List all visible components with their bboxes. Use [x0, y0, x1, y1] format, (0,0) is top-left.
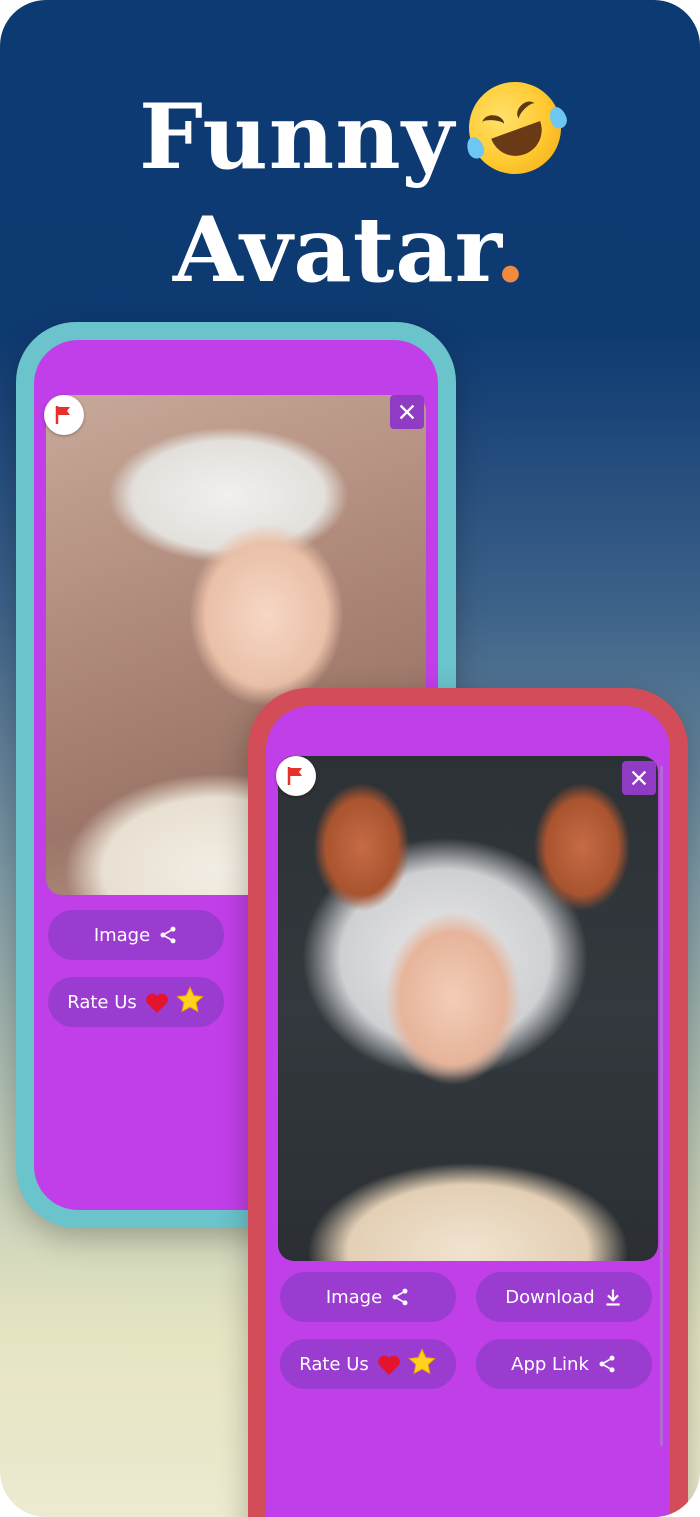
rate-us-button[interactable]: Rate Us — [48, 977, 224, 1027]
rate-us-label: Rate Us — [299, 1353, 369, 1375]
app-link-button[interactable]: App Link — [476, 1339, 652, 1389]
headline-orange-dot: . — [494, 197, 528, 303]
image-share-button[interactable]: Image — [48, 910, 224, 960]
download-icon — [606, 1289, 620, 1306]
scrollbar[interactable] — [660, 766, 663, 1446]
app-store-screenshot: Funny Avatar. Image Rate Us Image Downlo… — [0, 0, 700, 1517]
close-button[interactable] — [390, 395, 424, 429]
download-label: Download — [505, 1286, 595, 1308]
image-share-button[interactable]: Image — [280, 1272, 456, 1322]
heart-icon — [145, 992, 168, 1013]
share-icon — [392, 1288, 408, 1306]
flag-icon — [287, 767, 302, 785]
heart-icon — [377, 1354, 400, 1375]
phone-mockup-front: Image Download Rate Us App Link — [248, 688, 688, 1517]
headline-word-avatar: Avatar — [172, 197, 495, 303]
app-link-label: App Link — [511, 1353, 589, 1375]
share-icon — [599, 1355, 615, 1373]
download-button[interactable]: Download — [476, 1272, 652, 1322]
image-share-label: Image — [93, 924, 151, 946]
rate-us-button[interactable]: Rate Us — [280, 1339, 456, 1389]
star-icon — [175, 985, 205, 1020]
report-flag-button[interactable] — [44, 395, 84, 435]
image-share-label: Image — [325, 1286, 383, 1308]
headline-line-2: Avatar. — [0, 200, 700, 300]
rolling-on-floor-laughing-icon — [455, 69, 574, 187]
avatar-image-girl[interactable] — [278, 756, 658, 1261]
report-flag-button[interactable] — [276, 756, 316, 796]
rate-us-label: Rate Us — [67, 991, 137, 1013]
star-icon — [407, 1347, 437, 1382]
flag-icon — [55, 406, 70, 424]
headline-line-1: Funny — [0, 69, 700, 190]
close-icon — [399, 404, 415, 420]
headline-word-funny: Funny — [139, 84, 455, 190]
close-button[interactable] — [622, 761, 656, 795]
phone-screen-front: Image Download Rate Us App Link — [266, 706, 670, 1517]
close-icon — [631, 770, 647, 786]
share-icon — [160, 926, 176, 944]
